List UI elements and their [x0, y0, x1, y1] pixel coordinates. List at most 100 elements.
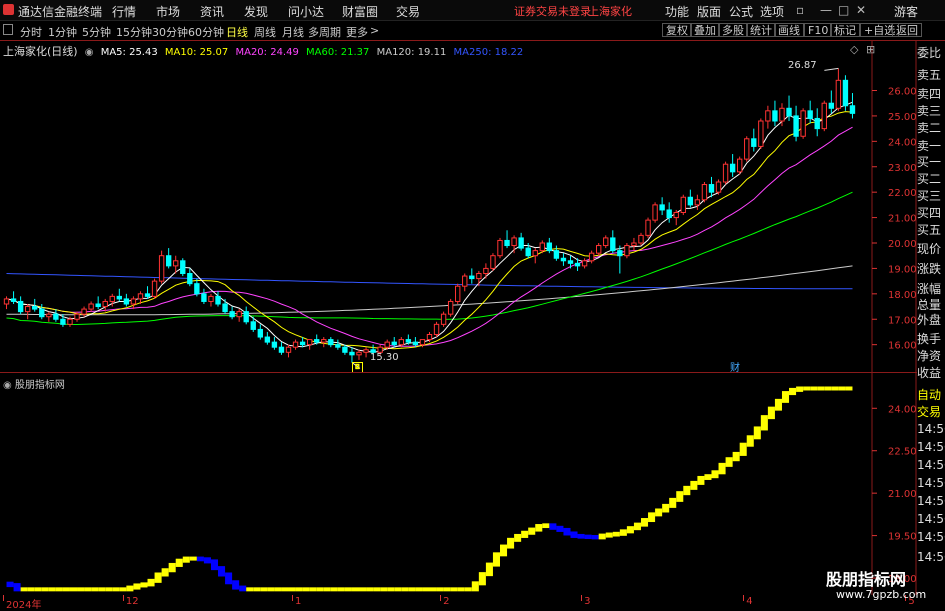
menu-market[interactable]: 市场: [156, 3, 180, 20]
indicator-step: [394, 587, 402, 592]
period-5min[interactable]: 5分钟: [82, 24, 111, 40]
login-notice[interactable]: 证券交易未登录: [514, 3, 591, 19]
chart-area[interactable]: 16.00 17.00 18.00 19.00 20.00 21.00 22.00 23.00…: [0, 40, 945, 595]
indicator-step: [760, 415, 768, 431]
diamond-icon[interactable]: ◇: [850, 43, 858, 56]
period-weekly[interactable]: 周线: [254, 24, 276, 40]
period-15min[interactable]: 15分钟: [116, 24, 152, 40]
candle-body: [588, 252, 595, 262]
guest-label[interactable]: 游客: [894, 3, 918, 20]
indicator-step: [690, 480, 698, 490]
maximize-icon[interactable]: □: [838, 3, 849, 17]
period-more[interactable]: 更多: [346, 24, 368, 40]
restore-icon[interactable]: ▫: [796, 3, 804, 17]
indicator-step: [514, 533, 522, 542]
indicator-step: [739, 442, 747, 456]
candle-body: [201, 293, 207, 302]
menu-layout[interactable]: 版面: [697, 3, 721, 20]
candle-body: [603, 237, 609, 247]
ma10-line: [6, 111, 853, 350]
x-tick-mark: [743, 595, 745, 601]
candle-body: [772, 110, 778, 122]
y-tick-label: 20.00: [888, 239, 917, 250]
candle-body: [46, 313, 52, 318]
tool-mark[interactable]: 标记: [830, 23, 860, 37]
indicator-step: [732, 451, 740, 462]
indicator-step: [591, 535, 599, 540]
candle-body: [736, 158, 743, 173]
indicator-step: [499, 544, 508, 557]
menu-quotes[interactable]: 行情: [112, 3, 136, 20]
candle-body: [574, 262, 581, 267]
period-multi[interactable]: 多周期: [308, 24, 341, 40]
tool-back[interactable]: 返回: [892, 23, 922, 37]
indicator-step: [359, 587, 367, 592]
indicator-step: [6, 581, 14, 588]
y-tick-label: 19.00: [888, 264, 917, 275]
indicator-step: [175, 558, 183, 567]
indicator-step: [648, 512, 656, 523]
right-panel-label: 14:56: [917, 530, 945, 544]
menu-trade[interactable]: 交易: [396, 3, 420, 20]
tool-draw[interactable]: 画线: [774, 23, 804, 37]
menu-function[interactable]: 功能: [665, 3, 689, 20]
period-30min[interactable]: 30分钟: [152, 24, 188, 40]
candle-body: [687, 196, 694, 206]
tool-adjust[interactable]: 复权: [662, 23, 692, 37]
indicator-step: [168, 562, 176, 573]
indicator-step: [711, 470, 719, 479]
y-tick-label: 16.00: [888, 341, 917, 352]
right-panel-label: 涨跌: [917, 262, 942, 276]
tool-multi-stock[interactable]: 多股: [718, 23, 748, 37]
tool-overlay[interactable]: 叠加: [690, 23, 720, 37]
ma-legend: 上海家化(日线) ◉ MA5: 25.43 MA10: 25.07 MA20: …: [3, 43, 527, 58]
period-intraday[interactable]: 分时: [20, 24, 42, 40]
indicator-step: [373, 587, 381, 592]
minimize-icon[interactable]: —: [820, 3, 832, 17]
period-monthly[interactable]: 月线: [282, 24, 304, 40]
candle-body: [67, 318, 73, 325]
menu-discover[interactable]: 发现: [244, 3, 268, 20]
menu-wealth[interactable]: 财富圈: [342, 3, 378, 20]
candle-body: [546, 242, 553, 252]
indicator-step: [704, 474, 712, 480]
y-tick-label: 22.50: [888, 447, 917, 458]
expand-icon[interactable]: ⊞: [866, 43, 875, 56]
menu-formula[interactable]: 公式: [729, 3, 753, 20]
menu-news[interactable]: 资讯: [200, 3, 224, 20]
period-1min[interactable]: 1分钟: [48, 24, 77, 40]
candle-body: [81, 308, 87, 315]
indicator-step: [810, 386, 818, 391]
candle-body: [744, 138, 750, 160]
indicator-step: [380, 587, 388, 592]
indicator-step: [316, 587, 324, 592]
y-tick-label: 24.00: [888, 137, 917, 148]
chevron-right-icon[interactable]: >: [370, 24, 379, 37]
candle-body: [278, 346, 285, 353]
indicator-step: [633, 522, 641, 531]
indicator-step: [443, 587, 451, 592]
indicator-step: [274, 587, 282, 592]
indicator-step: [91, 587, 99, 592]
indicator-step: [781, 391, 790, 403]
panel-toggle-icon[interactable]: [3, 24, 13, 35]
title-bar: 通达信金融终端 行情 市场 资讯 发现 问小达 财富圈 交易 证券交易未登录 上…: [0, 0, 945, 21]
tool-f10[interactable]: F10: [804, 23, 833, 37]
candle-body: [236, 311, 242, 318]
period-daily[interactable]: 日线: [226, 24, 248, 40]
indicator-step: [196, 556, 204, 562]
indicator-step: [288, 587, 296, 592]
indicator-step: [584, 534, 592, 540]
menu-options[interactable]: 选项: [760, 3, 784, 20]
close-icon[interactable]: ✕: [856, 3, 866, 17]
y-tick-label: 19.50: [888, 532, 917, 543]
candle-body: [356, 351, 362, 356]
indicator-step: [351, 587, 360, 592]
indicator-step: [464, 587, 472, 592]
period-60min[interactable]: 60分钟: [188, 24, 224, 40]
menu-ask[interactable]: 问小达: [288, 3, 324, 20]
candle-body: [638, 234, 644, 244]
right-panel-label: 卖二: [917, 121, 942, 135]
indicator-step: [824, 386, 832, 391]
tool-stats[interactable]: 统计: [746, 23, 776, 37]
